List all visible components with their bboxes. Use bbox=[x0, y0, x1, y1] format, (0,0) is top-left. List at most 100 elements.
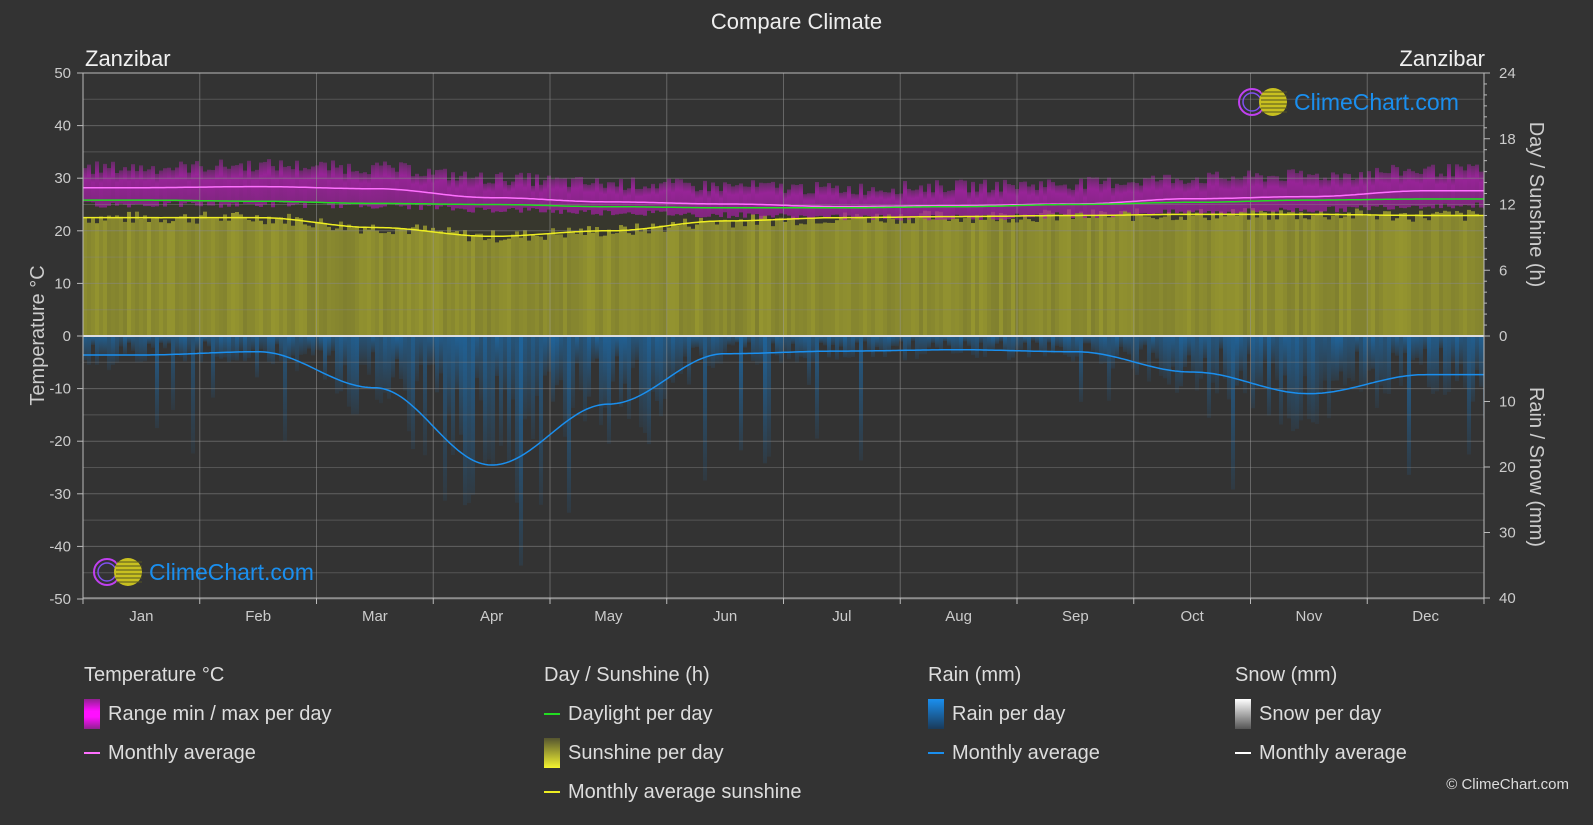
temp-range-bar bbox=[127, 170, 131, 208]
sunshine-bar bbox=[1003, 214, 1007, 336]
rain-bar bbox=[1459, 336, 1463, 365]
temp-range-bar bbox=[963, 180, 967, 217]
sunshine-bar bbox=[1479, 216, 1483, 336]
temp-range-bar bbox=[1271, 175, 1275, 212]
temp-range-bar bbox=[335, 167, 339, 203]
right-rain-tick-label: 10 bbox=[1499, 394, 1516, 411]
sunshine-bar bbox=[759, 215, 763, 336]
left-tick-label: 20 bbox=[54, 223, 71, 240]
sunshine-bar bbox=[827, 222, 831, 336]
sunshine-bar bbox=[811, 217, 815, 336]
temp-range-bar bbox=[775, 187, 779, 216]
sunshine-bar bbox=[239, 214, 243, 336]
right-hour-tick-label: 18 bbox=[1499, 131, 1516, 148]
sunshine-bar bbox=[935, 211, 939, 336]
temp-range-bar bbox=[171, 170, 175, 202]
rain-bar bbox=[367, 336, 371, 375]
sunshine-bar bbox=[863, 218, 867, 336]
legend-temperature-title: Temperature °C bbox=[84, 664, 225, 686]
temp-range-bar bbox=[1095, 177, 1099, 218]
sunshine-bar bbox=[959, 221, 963, 336]
temp-range-bar bbox=[763, 183, 767, 217]
sunshine-bar bbox=[883, 222, 887, 336]
temp-range-bar bbox=[915, 189, 919, 217]
temp-range-bar bbox=[439, 169, 443, 207]
sunshine-bar bbox=[363, 227, 367, 336]
temp-range-bar bbox=[1291, 169, 1295, 213]
sunshine-bar bbox=[735, 221, 739, 336]
sunshine-bar bbox=[415, 224, 419, 336]
rain-bar bbox=[1311, 336, 1315, 423]
sunshine-bar bbox=[1171, 220, 1175, 336]
temp-range-bar bbox=[583, 184, 587, 212]
rain-bar bbox=[923, 336, 927, 355]
temp-range-bar bbox=[495, 174, 499, 212]
sunshine-bar bbox=[651, 223, 655, 336]
temp-range-bar bbox=[323, 162, 327, 204]
rain-bar bbox=[127, 336, 131, 343]
rain-bar bbox=[659, 336, 663, 417]
sunshine-bar bbox=[1271, 210, 1275, 336]
temp-range-bar bbox=[1395, 167, 1399, 207]
sunshine-bar bbox=[815, 223, 819, 336]
sunshine-bar bbox=[159, 222, 163, 336]
temp-range-bar bbox=[111, 161, 115, 203]
rain-bar bbox=[159, 336, 163, 343]
sunshine-bar bbox=[851, 218, 855, 336]
sunshine-bar bbox=[371, 224, 375, 336]
temp-range-bar bbox=[747, 186, 751, 214]
sunshine-bar bbox=[955, 218, 959, 336]
temp-range-bar bbox=[1427, 166, 1431, 207]
rain-bar bbox=[1095, 336, 1099, 356]
sunshine-bar bbox=[1379, 214, 1383, 336]
rain-bar bbox=[579, 336, 583, 391]
sunshine-bar bbox=[1439, 212, 1443, 336]
temp-range-bar bbox=[267, 159, 271, 203]
rain-bar bbox=[611, 336, 615, 382]
sunshine-bar bbox=[555, 234, 559, 336]
temp-range-bar bbox=[983, 179, 987, 216]
temp-range-bar bbox=[1235, 179, 1239, 214]
sunshine-bar bbox=[807, 218, 811, 336]
rain-bar bbox=[539, 336, 543, 505]
rain-bar bbox=[1347, 336, 1351, 379]
temp-range-bar bbox=[879, 190, 883, 216]
sunshine-bar bbox=[1447, 211, 1451, 336]
temp-range-bar bbox=[727, 183, 731, 219]
temp-range-bar bbox=[183, 164, 187, 204]
legend-temp-avg: Monthly average bbox=[108, 741, 256, 764]
legend-temp-range: Range min / max per day bbox=[108, 702, 332, 725]
sunshine-bar bbox=[675, 225, 679, 336]
rain-bar bbox=[1327, 336, 1331, 419]
temp-range-bar bbox=[803, 194, 807, 217]
rain-bar bbox=[967, 336, 971, 346]
sunshine-bar bbox=[1231, 209, 1235, 336]
temp-range-bar bbox=[1471, 165, 1475, 208]
temp-range-bar bbox=[883, 192, 887, 220]
temp-range-bar bbox=[375, 162, 379, 209]
sunshine-bar bbox=[119, 216, 123, 336]
rain-bar bbox=[867, 336, 871, 352]
rain-bar bbox=[587, 336, 591, 397]
sunshine-bar bbox=[1203, 217, 1207, 336]
sunshine-bar bbox=[1411, 221, 1415, 336]
temp-range-bar bbox=[371, 165, 375, 209]
temp-range-bar bbox=[679, 179, 683, 216]
temp-range-bar bbox=[215, 165, 219, 202]
sunshine-bar bbox=[487, 238, 491, 336]
sunshine-bar bbox=[1359, 210, 1363, 336]
sunshine-bar bbox=[623, 226, 627, 336]
temp-range-bar bbox=[411, 176, 415, 204]
temp-range-bar bbox=[1259, 175, 1263, 211]
rain-bar bbox=[795, 336, 799, 363]
rain-bar bbox=[467, 336, 471, 503]
temp-range-bar bbox=[939, 185, 943, 220]
temp-range-bar bbox=[1115, 183, 1119, 215]
sunshine-bar bbox=[1099, 211, 1103, 336]
rain-bar bbox=[379, 336, 383, 404]
temp-range-bar bbox=[1299, 170, 1303, 212]
sunshine-bar bbox=[679, 225, 683, 336]
temp-range-bar bbox=[1155, 181, 1159, 214]
sunshine-avg-swatch bbox=[544, 791, 560, 793]
sunshine-bar bbox=[763, 215, 767, 336]
